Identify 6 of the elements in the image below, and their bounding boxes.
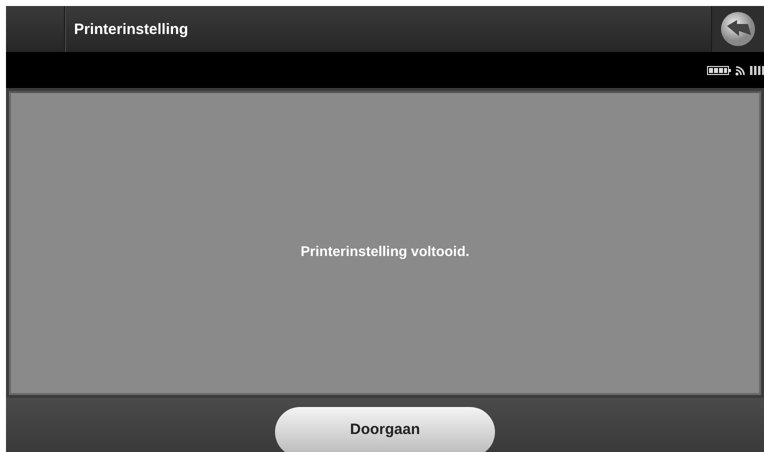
signal-bars-icon xyxy=(750,66,764,74)
continue-button[interactable]: Doorgaan xyxy=(275,407,495,452)
message-text: Printerinstelling voltooid. xyxy=(300,242,470,258)
battery-icon xyxy=(707,66,731,74)
wireless-icon xyxy=(735,64,746,76)
window-title: Printerinstelling xyxy=(74,20,188,38)
